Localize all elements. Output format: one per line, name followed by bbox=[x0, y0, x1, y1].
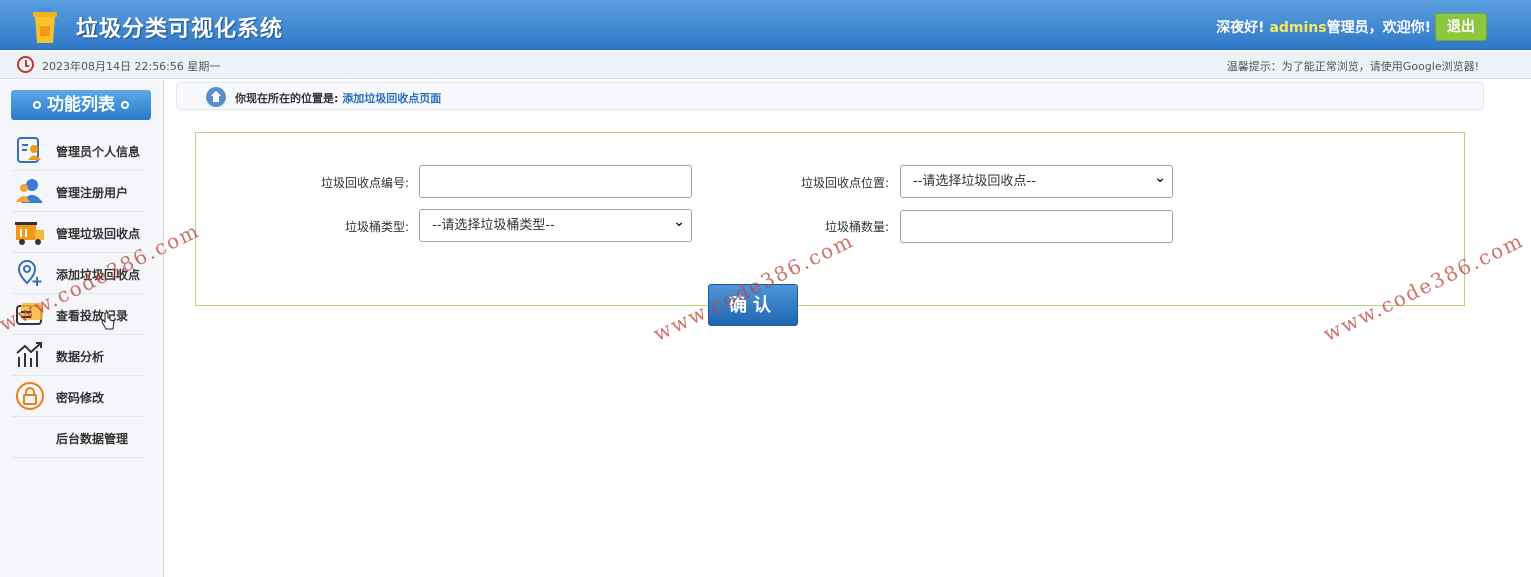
app-title: 垃圾分类可视化系统 bbox=[76, 17, 284, 42]
username: admins bbox=[1269, 20, 1327, 36]
greeting-suffix: 管理员，欢迎你! bbox=[1326, 20, 1431, 36]
top-header: 垃圾分类可视化系统 深夜好! admins管理员，欢迎你! 退出 bbox=[0, 0, 1531, 50]
title-dot-icon bbox=[121, 101, 129, 109]
sidebar-item-label: 后台数据管理 bbox=[56, 432, 129, 446]
sidebar-item-label: 密码修改 bbox=[56, 391, 105, 405]
sidebar-item-label: 管理注册用户 bbox=[56, 186, 129, 200]
greeting-prefix: 深夜好! bbox=[1216, 20, 1265, 36]
function-list-label: 功能列表 bbox=[47, 95, 115, 115]
bin-type-select[interactable]: --请选择垃圾桶类型-- bbox=[419, 207, 692, 242]
sidebar-item-label: 管理垃圾回收点 bbox=[56, 227, 141, 241]
point-id-input[interactable] bbox=[419, 165, 692, 198]
location-selected-value: --请选择垃圾回收点-- bbox=[913, 174, 1036, 189]
bin-count-label: 垃圾桶数量: bbox=[824, 220, 889, 234]
users-icon bbox=[16, 179, 43, 203]
location-label: 垃圾回收点位置: bbox=[800, 176, 889, 190]
breadcrumb-text: 你现在所在的位置是: 添加垃圾回收点页面 bbox=[235, 90, 441, 106]
breadcrumb-current: 添加垃圾回收点页面 bbox=[342, 92, 442, 105]
title-dot-icon bbox=[33, 101, 41, 109]
browser-tip: 温馨提示：为了能正常浏览，请使用Google浏览器! bbox=[1226, 60, 1479, 73]
sidebar-item-password[interactable]: 密码修改 bbox=[12, 376, 144, 417]
sidebar-item-backend-data[interactable]: 后台数据管理 bbox=[12, 417, 144, 458]
bin-type-selected-value: --请选择垃圾桶类型-- bbox=[432, 218, 555, 233]
sidebar-item-data-analysis[interactable]: 数据分析 bbox=[12, 335, 144, 376]
hand-cursor-icon bbox=[101, 312, 115, 330]
sidebar-item-manage-points[interactable]: 管理垃圾回收点 bbox=[12, 212, 144, 253]
lock-icon bbox=[16, 382, 44, 410]
sidebar: 功能列表 管理员个人信息 管理注册用户 管理垃圾回收点 添加垃圾回收点 查看投放… bbox=[0, 80, 164, 577]
sidebar-item-users[interactable]: 管理注册用户 bbox=[12, 171, 144, 212]
sidebar-item-label: 查看投放记录 bbox=[56, 309, 129, 323]
truck-icon bbox=[15, 222, 44, 245]
bin-count-input[interactable] bbox=[900, 210, 1173, 243]
current-datetime: 2023年08月14日 22:56:56 星期一 bbox=[42, 60, 221, 73]
sidebar-item-admin-info[interactable]: 管理员个人信息 bbox=[12, 130, 144, 171]
logout-button[interactable]: 退出 bbox=[1435, 13, 1487, 41]
greeting-text: 深夜好! admins管理员，欢迎你! bbox=[1216, 17, 1431, 37]
location-select[interactable]: --请选择垃圾回收点-- bbox=[900, 163, 1173, 198]
trash-bin-icon bbox=[33, 8, 57, 43]
info-bar: 2023年08月14日 22:56:56 星期一 温馨提示：为了能正常浏览，请使… bbox=[0, 51, 1531, 79]
add-location-icon bbox=[17, 259, 42, 286]
admin-profile-icon bbox=[17, 137, 41, 163]
point-id-label: 垃圾回收点编号: bbox=[320, 176, 409, 190]
breadcrumb: 你现在所在的位置是: 添加垃圾回收点页面 bbox=[176, 82, 1484, 110]
home-icon[interactable] bbox=[206, 87, 226, 107]
bin-type-label: 垃圾桶类型: bbox=[344, 220, 409, 234]
clock-icon bbox=[17, 56, 34, 73]
sidebar-item-label: 数据分析 bbox=[56, 350, 105, 364]
breadcrumb-prefix: 你现在所在的位置是: bbox=[235, 92, 339, 105]
function-list-title: 功能列表 bbox=[11, 90, 151, 120]
sidebar-item-label: 管理员个人信息 bbox=[56, 145, 141, 159]
chart-icon bbox=[16, 342, 42, 367]
